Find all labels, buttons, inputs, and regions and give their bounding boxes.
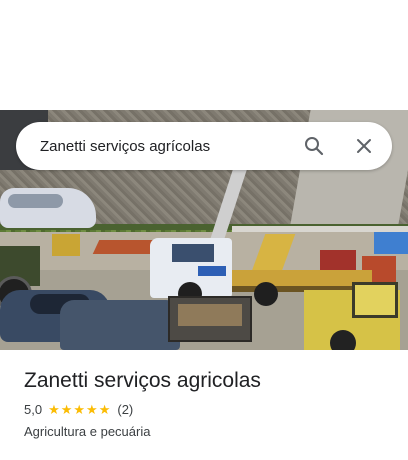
search-icon[interactable]: [302, 134, 326, 158]
photo-truck-logo: [198, 266, 226, 276]
place-info-panel[interactable]: Zanetti serviços agricolas 5,0 ★ ★ ★ ★ ★…: [0, 350, 408, 460]
photo-pickup: [60, 300, 180, 350]
place-category: Agricultura e pecuária: [24, 424, 151, 439]
search-icon-glyph: [305, 137, 324, 156]
photo-yellow-implement: [52, 234, 80, 256]
rating-row[interactable]: 5,0 ★ ★ ★ ★ ★ (2): [24, 402, 133, 417]
star-icon: ★: [60, 402, 73, 417]
close-icon-glyph: [357, 139, 371, 153]
photo-blue-sign: [374, 232, 408, 254]
photo-loader-cab: [352, 282, 398, 318]
place-title: Zanetti serviços agricolas: [24, 369, 261, 392]
search-input[interactable]: Zanetti serviços agrícolas: [40, 138, 302, 155]
close-icon[interactable]: [352, 134, 376, 158]
search-bar[interactable]: Zanetti serviços agrícolas: [16, 122, 392, 170]
photo-pickup-load: [178, 304, 242, 326]
photo-white-car-glass: [8, 194, 63, 208]
rating-value: 5,0: [24, 402, 43, 417]
photo-trailer: [232, 270, 372, 286]
review-count[interactable]: (2): [117, 402, 133, 417]
map-blank-area: [0, 0, 408, 110]
photo-truck-wheel: [254, 282, 278, 306]
photo-red-machine: [320, 250, 356, 270]
star-icon: ★: [73, 402, 86, 417]
star-icon: ★: [48, 402, 60, 417]
star-icon: ★: [86, 402, 98, 417]
star-icon: ★: [98, 402, 111, 417]
photo-orange-implement: [92, 240, 158, 254]
photo-loader-wheel: [330, 330, 356, 350]
star-rating: ★ ★ ★ ★ ★: [48, 403, 111, 416]
photo-truck-glass: [172, 244, 214, 262]
